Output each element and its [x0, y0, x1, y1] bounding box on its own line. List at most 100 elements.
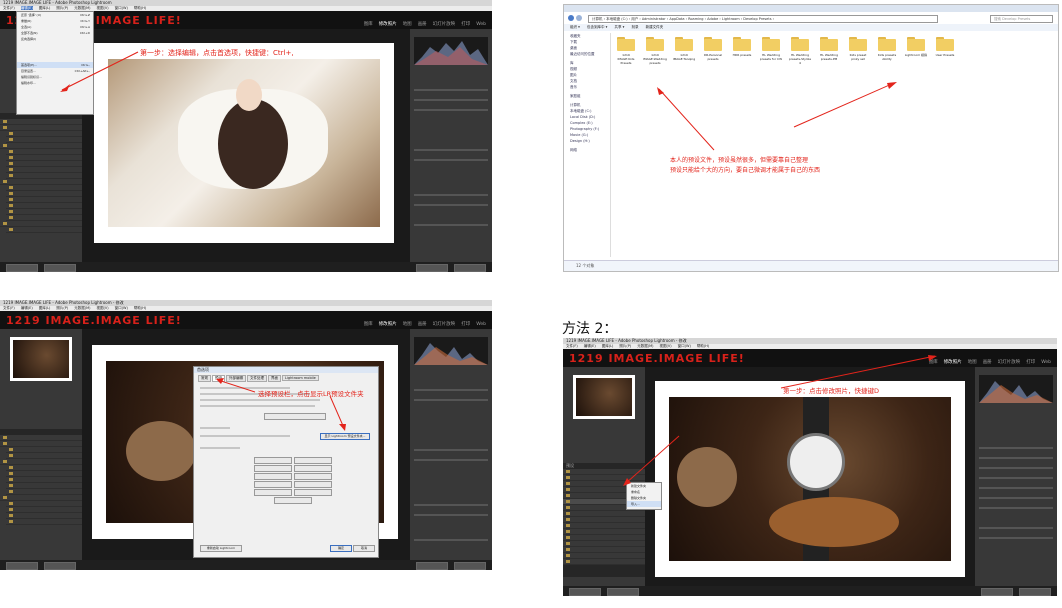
module-library[interactable]: 图库	[364, 22, 373, 27]
module-web[interactable]: Web	[1041, 360, 1051, 365]
menu-library[interactable]: 图库(L)	[39, 306, 51, 310]
copy-button[interactable]	[569, 588, 601, 596]
preset-button[interactable]	[254, 473, 292, 480]
preset-button[interactable]	[294, 481, 332, 488]
menu-library[interactable]: 图库(L)	[39, 6, 51, 10]
module-print[interactable]: 打印	[461, 322, 470, 327]
tab-external-editing[interactable]: 外部编辑	[226, 375, 246, 382]
previous-button[interactable]	[981, 588, 1013, 596]
menu-window[interactable]: 窗口(W)	[678, 344, 691, 348]
module-map[interactable]: 地图	[968, 360, 977, 365]
module-develop[interactable]: 修改照片	[379, 322, 397, 327]
menu-view[interactable]: 视图(V)	[660, 344, 672, 348]
burn-button[interactable]: 刻录	[632, 25, 639, 29]
tab-general[interactable]: 常规	[198, 375, 211, 382]
menu-photo[interactable]: 照片(P)	[56, 6, 68, 10]
module-web[interactable]: Web	[476, 322, 486, 327]
folder-item[interactable]: DR-Personal presets	[701, 35, 725, 79]
preset-button[interactable]	[254, 489, 292, 496]
previous-button[interactable]	[416, 264, 448, 272]
menu-photo[interactable]: 照片(P)	[619, 344, 631, 348]
folder-item[interactable]: Kids presets Ability	[875, 35, 899, 79]
module-library[interactable]: 图库	[364, 322, 373, 327]
folder-item[interactable]: HL Wedding presets for CW	[759, 35, 783, 79]
module-develop[interactable]: 修改照片	[944, 360, 962, 365]
module-slideshow[interactable]: 幻灯片放映	[998, 360, 1021, 365]
menu-window[interactable]: 窗口(W)	[115, 6, 128, 10]
paste-button[interactable]	[44, 562, 76, 570]
tab-presets[interactable]: 预设	[212, 375, 225, 382]
menu-photo[interactable]: 照片(P)	[56, 306, 68, 310]
folder-item[interactable]: Kids preset pinky set	[846, 35, 870, 79]
tab-interface[interactable]: 界面	[268, 375, 281, 382]
previous-button[interactable]	[416, 562, 448, 570]
module-book[interactable]: 画册	[418, 322, 427, 327]
nav-network[interactable]: 网络	[564, 147, 610, 153]
preset-button[interactable]	[254, 465, 292, 472]
back-button[interactable]	[568, 15, 574, 21]
module-slideshow[interactable]: 幻灯片放映	[433, 22, 456, 27]
address-bar[interactable]: 计算机 › 本地磁盘 (C:) › 用户 › Administrator › A…	[588, 15, 938, 23]
preset-button[interactable]	[294, 465, 332, 472]
module-develop[interactable]: 修改照片	[379, 22, 397, 27]
module-web[interactable]: Web	[476, 22, 486, 27]
module-map[interactable]: 地图	[403, 322, 412, 327]
nav-homegroup[interactable]: 家庭组	[564, 93, 610, 99]
forward-button[interactable]	[576, 15, 582, 21]
cancel-button[interactable]: 取消	[353, 545, 375, 552]
menu-edit[interactable]: 编辑(E)	[21, 306, 33, 310]
folder-item[interactable]: 1219 IMAGE:Tanqing	[672, 35, 696, 79]
nav-recent[interactable]: 最近访问的位置	[564, 51, 610, 57]
paste-button[interactable]	[44, 264, 76, 272]
restart-lightroom-button[interactable]: 重新启动 Lightroom	[200, 545, 242, 552]
module-book[interactable]: 画册	[983, 360, 992, 365]
share-button[interactable]: 共享 ▾	[615, 25, 625, 29]
folder-item[interactable]: HL Wedding presets-PM	[817, 35, 841, 79]
tab-file-handling[interactable]: 文件处理	[247, 375, 267, 382]
tab-lightroom-mobile[interactable]: Lightroom mobile	[282, 375, 319, 381]
search-input[interactable]: 搜索 Develop Presets	[990, 15, 1053, 23]
reset-button[interactable]	[454, 264, 486, 272]
menu-window[interactable]: 窗口(W)	[115, 306, 128, 310]
folder-item[interactable]: 1219 IMAGE:Wedding presets	[643, 35, 667, 79]
menu-view[interactable]: 视图(V)	[97, 306, 109, 310]
preset-button[interactable]	[294, 489, 332, 496]
menu-item-watermarks[interactable]: 编辑水印...	[17, 80, 93, 86]
nav-drive-h[interactable]: Design (H:)	[564, 138, 610, 144]
menu-edit[interactable]: 编辑(E)	[584, 344, 596, 348]
menu-file[interactable]: 文件(F)	[3, 306, 15, 310]
menu-file[interactable]: 文件(F)	[3, 6, 15, 10]
ok-button[interactable]: 确定	[330, 545, 352, 552]
menu-help[interactable]: 帮助(H)	[134, 6, 146, 10]
module-book[interactable]: 画册	[418, 22, 427, 27]
module-map[interactable]: 地图	[403, 22, 412, 27]
context-import[interactable]: 导入...	[627, 501, 661, 507]
menu-edit[interactable]: 编辑(E)	[20, 6, 33, 10]
menu-view[interactable]: 视图(V)	[97, 6, 109, 10]
show-presets-folder-button[interactable]: 显示 Lightroom 预设文件夹...	[320, 433, 370, 440]
folder-item[interactable]: User Presets	[933, 35, 957, 79]
menu-metadata[interactable]: 元数据(M)	[74, 306, 90, 310]
preset-button[interactable]	[294, 457, 332, 464]
history-header[interactable]	[563, 571, 645, 577]
preset-button[interactable]	[254, 457, 292, 464]
folder-item[interactable]: HDR presets	[730, 35, 754, 79]
preset-button[interactable]	[294, 473, 332, 480]
module-print[interactable]: 打印	[461, 22, 470, 27]
module-print[interactable]: 打印	[1026, 360, 1035, 365]
menu-library[interactable]: 图库(L)	[602, 344, 614, 348]
organize-button[interactable]: 组织 ▾	[570, 25, 580, 29]
preset-button[interactable]	[254, 481, 292, 488]
nav-music[interactable]: 音乐	[564, 84, 610, 90]
folder-item[interactable]: 1219 IMAGE:Kids Presets	[614, 35, 638, 79]
reset-button[interactable]	[1019, 588, 1051, 596]
menu-metadata[interactable]: 元数据(M)	[74, 6, 90, 10]
new-folder-button[interactable]: 新建文件夹	[646, 25, 664, 29]
folder-item[interactable]: Lightroom 模拟	[904, 35, 928, 79]
menu-file[interactable]: 文件(F)	[566, 344, 578, 348]
module-slideshow[interactable]: 幻灯片放映	[433, 322, 456, 327]
preset-button[interactable]	[274, 497, 312, 504]
menu-help[interactable]: 帮助(H)	[697, 344, 709, 348]
folder-item[interactable]: HL Wedding presets-Stylize 4	[788, 35, 812, 79]
menu-help[interactable]: 帮助(H)	[134, 306, 146, 310]
